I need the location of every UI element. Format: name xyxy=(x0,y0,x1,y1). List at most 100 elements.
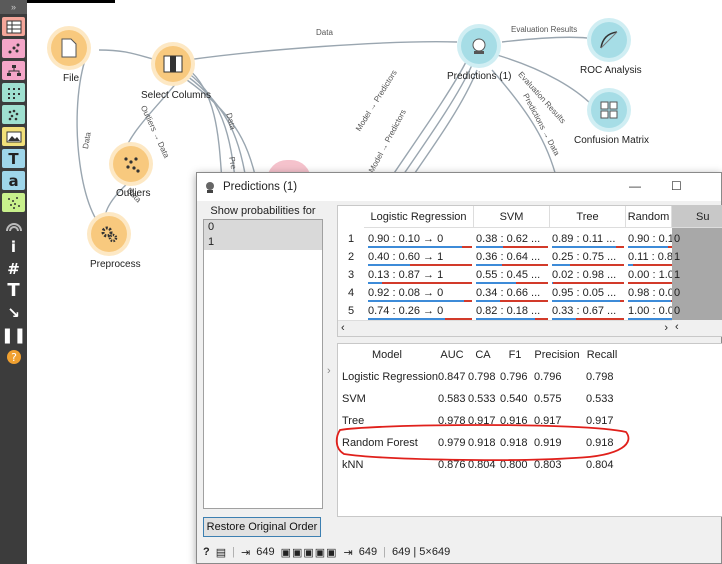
score-header-recall[interactable]: Recall xyxy=(584,344,620,366)
score-value: 0.583 xyxy=(438,393,466,405)
scatter-icon[interactable] xyxy=(2,39,25,58)
scores-table[interactable]: Model AUC CA F1 Precision Recall Logisti… xyxy=(335,343,722,517)
minimize-button[interactable]: — xyxy=(629,179,641,193)
select-columns-node[interactable] xyxy=(151,42,195,86)
score-value: 0.798 xyxy=(468,371,496,383)
confusion-matrix-label: Confusion Matrix xyxy=(574,135,650,146)
col-header-rf[interactable]: Random xyxy=(626,206,672,228)
hash-icon[interactable]: # xyxy=(2,259,25,278)
predictions-table[interactable]: Logistic Regression SVM Tree Random Su 1… xyxy=(337,205,722,337)
link-select-predictions xyxy=(186,41,458,61)
input-summary-icon: ▣▣▣▣▣ xyxy=(280,546,338,559)
horizontal-scrollbar[interactable]: ‹ › xyxy=(338,320,674,336)
link-label-data: Data xyxy=(316,28,333,37)
select-columns-label: Select Columns xyxy=(141,90,212,101)
prediction-cell-su: 1 xyxy=(674,251,681,263)
score-header-model[interactable]: Model xyxy=(342,344,432,366)
widget-toolbar: » T a i # T ↘ ❚❚ ? xyxy=(0,0,27,564)
maximize-button[interactable]: ☐ xyxy=(671,179,682,193)
row-number: 5 xyxy=(347,305,355,317)
show-probabilities-label: Show probabilities for xyxy=(210,205,316,217)
predictions-dialog: Predictions (1) — ☐ Show probabilities f… xyxy=(196,172,722,564)
dialog-title: Predictions (1) xyxy=(223,181,298,193)
roc-curve-icon xyxy=(591,22,627,58)
report-doc-icon[interactable]: ▤ xyxy=(216,546,226,559)
confusion-matrix-node[interactable] xyxy=(587,88,631,132)
output-shape: 649 | 5×649 xyxy=(391,546,451,558)
toolbar-collapse-button[interactable]: » xyxy=(0,0,27,14)
link-label-pre: Pre xyxy=(227,156,239,170)
window-icon xyxy=(206,182,214,193)
score-header-precision[interactable]: Precision xyxy=(532,344,582,366)
class-item[interactable]: 0 xyxy=(204,220,322,235)
score-model-name: Logistic Regression xyxy=(342,371,438,383)
tree-icon[interactable] xyxy=(2,61,25,80)
input-arrow-icon: ⇥ xyxy=(241,546,251,559)
output-arrow-icon: ⇥ xyxy=(343,546,353,559)
highlight-ellipse xyxy=(335,424,630,461)
score-value: 0.540 xyxy=(500,393,528,405)
predictions-node[interactable] xyxy=(457,24,501,68)
scroll-left-icon[interactable]: ‹ xyxy=(341,322,345,334)
col-header-su[interactable]: Su xyxy=(672,206,722,228)
link-predictions-roc xyxy=(501,36,588,43)
info-i-icon[interactable]: i xyxy=(2,237,25,256)
score-value: 0.796 xyxy=(534,371,562,383)
score-value: 0.575 xyxy=(534,393,562,405)
matrix-icon[interactable] xyxy=(2,83,25,102)
status-bar: ? ▤ | ⇥ 649 ▣▣▣▣▣ ⇥ 649 | 649 | 5×649 xyxy=(203,546,451,559)
table-icon[interactable] xyxy=(2,17,25,36)
splitter-arrow-icon[interactable]: › xyxy=(327,365,331,377)
crystal-ball-icon xyxy=(461,28,497,64)
scroll-right-icon[interactable]: › xyxy=(664,322,668,334)
text-a-icon[interactable]: a xyxy=(2,171,25,190)
score-value: 0.533 xyxy=(468,393,496,405)
score-header-ca[interactable]: CA xyxy=(470,344,496,366)
gears-icon xyxy=(91,216,127,252)
score-header-f1[interactable]: F1 xyxy=(502,344,528,366)
class-listbox[interactable]: 0 1 xyxy=(203,219,323,509)
dialog-titlebar[interactable]: Predictions (1) xyxy=(197,173,721,201)
score-model-name: SVM xyxy=(342,393,366,405)
left-panel: Show probabilities for 0 1 xyxy=(203,203,323,517)
outliers-label: Outliers xyxy=(116,188,151,199)
help-icon[interactable]: ? xyxy=(2,347,25,366)
rainbow-icon[interactable] xyxy=(2,215,25,234)
file-icon xyxy=(51,30,87,66)
select-columns-icon xyxy=(155,46,191,82)
score-header-auc[interactable]: AUC xyxy=(438,344,466,366)
prediction-cell-su: 0 xyxy=(674,305,681,317)
roc-label: ROC Analysis xyxy=(580,65,642,76)
row-number: 4 xyxy=(347,287,355,299)
prediction-cell-su: 1 xyxy=(674,269,681,281)
input-count: 649 xyxy=(256,546,275,558)
link-predictions-data xyxy=(491,69,558,181)
help-question-icon[interactable]: ? xyxy=(203,546,210,558)
preprocess-label: Preprocess xyxy=(90,259,141,270)
restore-order-button[interactable]: Restore Original Order xyxy=(203,517,321,537)
scroll-left-icon-2[interactable]: ‹ xyxy=(675,321,679,333)
outliers-node[interactable] xyxy=(109,142,153,186)
arrow-icon[interactable]: ↘ xyxy=(2,303,25,322)
text-T-icon[interactable]: T xyxy=(2,149,25,168)
preprocess-node[interactable] xyxy=(87,212,131,256)
pause-icon[interactable]: ❚❚ xyxy=(1,325,26,344)
link-label-eval1: Evaluation Results xyxy=(511,25,578,34)
prediction-cell-su: 0 xyxy=(674,287,681,299)
image-icon[interactable] xyxy=(2,127,25,146)
scatter-green-icon[interactable] xyxy=(2,193,25,212)
confusion-matrix-icon xyxy=(591,92,627,128)
col-header-lr[interactable]: Logistic Regression xyxy=(364,206,474,228)
file-node[interactable] xyxy=(47,26,91,70)
score-value: 0.847 xyxy=(438,371,466,383)
file-label: File xyxy=(63,73,80,84)
dots-icon[interactable] xyxy=(2,105,25,124)
output-count: 649 xyxy=(358,546,378,558)
col-header-tree[interactable]: Tree xyxy=(550,206,626,228)
score-value: 0.798 xyxy=(586,371,614,383)
text-bigT-icon[interactable]: T xyxy=(2,280,25,301)
roc-node[interactable] xyxy=(587,18,631,62)
row-number: 1 xyxy=(347,233,355,245)
class-item[interactable]: 1 xyxy=(204,235,322,250)
col-header-svm[interactable]: SVM xyxy=(474,206,550,228)
